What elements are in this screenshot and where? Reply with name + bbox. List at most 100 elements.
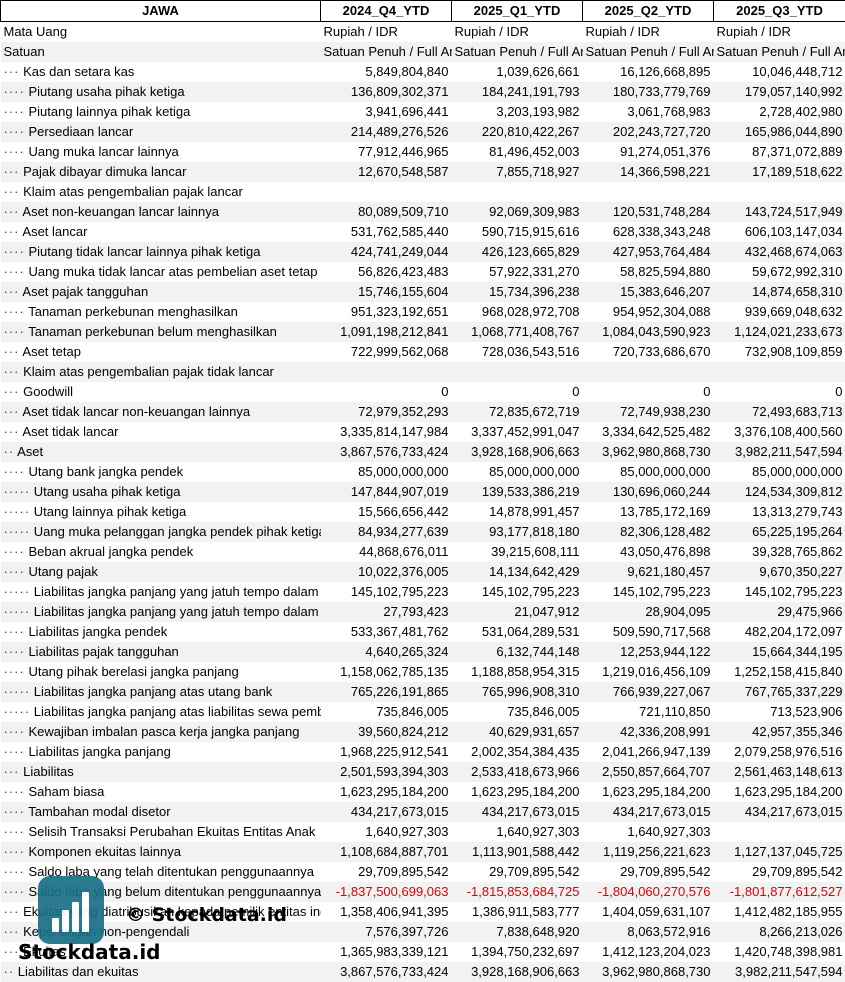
cell-value: 766,939,227,067	[583, 682, 714, 702]
indent-dots: ···	[4, 424, 20, 439]
row-label-text: Klaim atas pengembalian pajak tidak lanc…	[23, 364, 274, 379]
row-label-text: Komponen ekuitas lainnya	[28, 844, 181, 859]
cell-value: 3,334,642,525,482	[583, 422, 714, 442]
cell-value: 732,908,109,859	[714, 342, 845, 362]
row-label: ···· Komponen ekuitas lainnya	[1, 842, 321, 862]
cell-value: 722,999,562,068	[321, 342, 452, 362]
cell-value: Satuan Penuh / Full Amount	[321, 42, 452, 62]
cell-value: 15,746,155,604	[321, 282, 452, 302]
row-label-text: Aset pajak tangguhan	[22, 284, 148, 299]
cell-value: 426,123,665,829	[452, 242, 583, 262]
row-label-text: Liabilitas jangka panjang yang jatuh tem…	[34, 604, 321, 619]
row-label: ··· Aset tetap	[1, 342, 321, 362]
row-label-text: Utang pihak berelasi jangka panjang	[28, 664, 238, 679]
cell-value: 1,219,016,456,109	[583, 662, 714, 682]
cell-value: Rupiah / IDR	[714, 22, 845, 43]
table-row: ···· Piutang tidak lancar lainnya pihak …	[1, 242, 845, 262]
table-row: ···· Kewajiban imbalan pasca kerja jangk…	[1, 722, 845, 742]
header-period: 2025_Q2_YTD	[583, 1, 714, 22]
cell-value: 1,968,225,912,541	[321, 742, 452, 762]
cell-value: 13,313,279,743	[714, 502, 845, 522]
cell-value: -1,801,877,612,527	[714, 882, 845, 902]
table-row: ···· Liabilitas jangka pendek533,367,481…	[1, 622, 845, 642]
row-label-text: Klaim atas pengembalian pajak lancar	[23, 184, 243, 199]
cell-value: 954,952,304,088	[583, 302, 714, 322]
row-label: ···· Liabilitas jangka panjang	[1, 742, 321, 762]
indent-dots: ····	[4, 644, 25, 659]
row-label-text: Aset tidak lancar	[22, 424, 118, 439]
cell-value: 145,102,795,223	[583, 582, 714, 602]
indent-dots: ····	[4, 144, 25, 159]
row-label-text: Kewajiban imbalan pasca kerja jangka pan…	[28, 724, 299, 739]
row-label: ···· Selisih Transaksi Perubahan Ekuitas…	[1, 822, 321, 842]
cell-value: 7,576,397,726	[321, 922, 452, 942]
cell-value: 14,878,991,457	[452, 502, 583, 522]
cell-value: 6,132,744,148	[452, 642, 583, 662]
table-row: ···· Liabilitas jangka panjang1,968,225,…	[1, 742, 845, 762]
cell-value: 8,063,572,916	[583, 922, 714, 942]
cell-value: 13,785,172,169	[583, 502, 714, 522]
indent-dots: ···	[4, 204, 20, 219]
row-label-text: Tanaman perkebunan menghasilkan	[28, 304, 238, 319]
cell-value: 14,874,658,310	[714, 282, 845, 302]
header-period: 2024_Q4_YTD	[321, 1, 452, 22]
table-row: ··· Klaim atas pengembalian pajak lancar	[1, 182, 845, 202]
table-row: ···· Tambahan modal disetor434,217,673,0…	[1, 802, 845, 822]
cell-value: -1,837,500,699,063	[321, 882, 452, 902]
indent-dots: ····	[4, 664, 25, 679]
cell-value: 721,110,850	[583, 702, 714, 722]
indent-dots: ···	[4, 944, 20, 959]
cell-value: 3,962,980,868,730	[583, 442, 714, 462]
cell-value: 21,047,912	[452, 602, 583, 622]
row-label: ····· Liabilitas jangka panjang yang jat…	[1, 602, 321, 622]
indent-dots: ····	[4, 744, 25, 759]
row-label-text: Uang muka pelanggan jangka pendek pihak …	[34, 524, 321, 539]
row-label: ····· Liabilitas jangka panjang atas uta…	[1, 682, 321, 702]
row-label-text: Aset	[17, 444, 43, 459]
table-row: Mata UangRupiah / IDRRupiah / IDRRupiah …	[1, 22, 845, 43]
indent-dots: ···	[4, 364, 20, 379]
table-row: ···· Saham biasa1,623,295,184,2001,623,2…	[1, 782, 845, 802]
row-label: ···· Tanaman perkebunan menghasilkan	[1, 302, 321, 322]
row-label-text: Uang muka tidak lancar atas pembelian as…	[28, 264, 317, 279]
table-row: ··· Liabilitas2,501,593,394,3032,533,418…	[1, 762, 845, 782]
table-row: ····· Liabilitas jangka panjang yang jat…	[1, 582, 845, 602]
cell-value: 7,838,648,920	[452, 922, 583, 942]
indent-dots: ···	[4, 284, 20, 299]
cell-value: 434,217,673,015	[714, 802, 845, 822]
row-label: ··· Aset lancar	[1, 222, 321, 242]
cell-value: 12,670,548,587	[321, 162, 452, 182]
cell-value: 3,941,696,441	[321, 102, 452, 122]
cell-value: 39,328,765,862	[714, 542, 845, 562]
cell-value: 7,855,718,927	[452, 162, 583, 182]
indent-dots: ··	[4, 964, 15, 979]
table-row: ·· Aset3,867,576,733,4243,928,168,906,66…	[1, 442, 845, 462]
header-period: 2025_Q3_YTD	[714, 1, 845, 22]
table-row: ··· Aset lancar531,762,585,440590,715,91…	[1, 222, 845, 242]
cell-value: 93,177,818,180	[452, 522, 583, 542]
cell-value: 1,188,858,954,315	[452, 662, 583, 682]
table-row: ··· Aset pajak tangguhan15,746,155,60415…	[1, 282, 845, 302]
cell-value: 1,039,626,661	[452, 62, 583, 82]
cell-value: -1,815,853,684,725	[452, 882, 583, 902]
table-row: ··· Aset tidak lancar non-keuangan lainn…	[1, 402, 845, 422]
cell-value: 1,119,256,221,623	[583, 842, 714, 862]
cell-value: 3,982,211,547,594	[714, 962, 845, 982]
cell-value: 85,000,000,000	[714, 462, 845, 482]
cell-value: 0	[321, 382, 452, 402]
header-entity: JAWA	[1, 1, 321, 22]
row-label-text: Tanaman perkebunan belum menghasilkan	[28, 324, 277, 339]
table-row: SatuanSatuan Penuh / Full AmountSatuan P…	[1, 42, 845, 62]
row-label: ····· Uang muka pelanggan jangka pendek …	[1, 522, 321, 542]
table-row: ··· Ekuitas yang diatribusikan kepada pe…	[1, 902, 845, 922]
row-label: ···· Piutang usaha pihak ketiga	[1, 82, 321, 102]
cell-value	[714, 182, 845, 202]
row-label-text: Liabilitas jangka pendek	[28, 624, 167, 639]
indent-dots: ····	[4, 324, 25, 339]
cell-value: 184,241,191,793	[452, 82, 583, 102]
table-row: ···· Tanaman perkebunan menghasilkan951,…	[1, 302, 845, 322]
table-row: ···· Utang pajak10,022,376,00514,134,642…	[1, 562, 845, 582]
indent-dots: ·····	[4, 504, 31, 519]
cell-value: 1,124,021,233,673	[714, 322, 845, 342]
table-row: ·· Liabilitas dan ekuitas3,867,576,733,4…	[1, 962, 845, 982]
